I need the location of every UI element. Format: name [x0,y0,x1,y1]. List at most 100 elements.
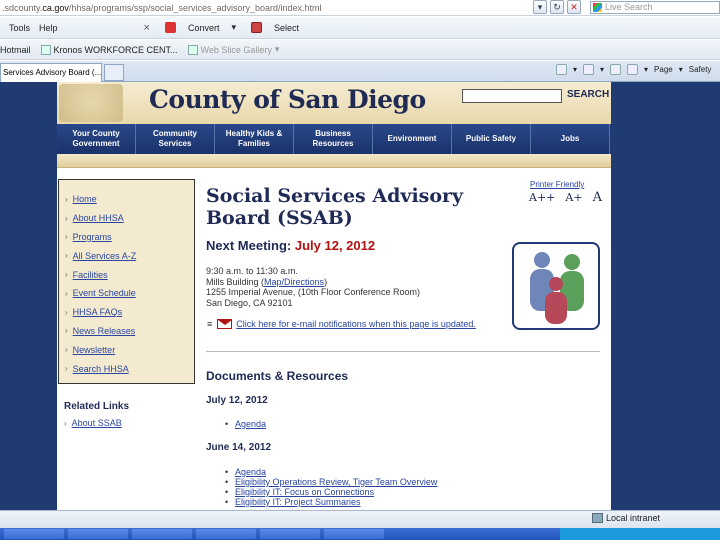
font-size-normal[interactable]: A [593,190,602,205]
font-size-larger[interactable]: A+ [565,191,582,204]
meeting-address-line1: 1255 Imperial Avenue, (10th Floor Confer… [206,287,420,297]
taskbar-item[interactable] [324,529,384,539]
pdf-convert-icon [164,22,176,33]
web-slice-icon [187,44,198,55]
nav-healthy-kids-families[interactable]: Healthy Kids & Families [215,124,294,154]
page-icon [40,44,51,55]
document-list: Agenda Eligibility Operations Review, Ti… [225,467,437,507]
favorite-kronos[interactable]: Kronos WORKFORCE CENT... [40,44,178,55]
site-search-input[interactable] [462,89,562,103]
intranet-icon [592,513,603,523]
leftnav-item[interactable]: › Newsletter [65,340,194,359]
document-list: Agenda [225,419,266,429]
nav-public-safety[interactable]: Public Safety [452,124,531,154]
pdf-select-icon [251,22,263,33]
windows-live-icon [593,3,602,12]
close-toolbar-icon[interactable]: × [144,22,150,34]
site-banner: County of San Diego SEARCH [57,82,611,124]
email-notifications[interactable]: ≡ Click here for e-mail notifications wh… [207,319,476,329]
menu-tools[interactable]: Tools [9,23,30,33]
map-directions-link[interactable]: Map/Directions [264,277,324,287]
system-tray [560,528,720,540]
section-date: July 12, 2012 [206,395,268,406]
site-title[interactable]: County of San Diego [149,85,426,114]
next-meeting: Next Meeting: July 12, 2012 [206,238,376,253]
refresh-icon[interactable]: ↻ [550,0,564,14]
taskbar [0,528,720,540]
list-item[interactable]: Eligibility IT: Focus on Connections [225,487,437,497]
menu-help[interactable]: Help [39,23,58,33]
meeting-details: 9:30 a.m. to 11:30 a.m. Mills Building (… [206,266,420,308]
site-search-button[interactable]: SEARCH [567,89,609,100]
mail-icon[interactable] [610,64,622,75]
main-nav: Your County Government Community Service… [57,124,611,154]
page-title: Social Services Advisory Board (SSAB) [206,185,464,229]
list-item[interactable]: Eligibility Operations Review, Tiger Tea… [225,477,437,487]
font-size-controls: A++ A+ A [529,190,602,205]
chevron-right-icon: › [65,270,68,280]
next-meeting-date: July 12, 2012 [294,238,376,253]
leftnav-item[interactable]: › All Services A-Z [65,246,194,265]
dropdown-icon[interactable]: ▾ [533,0,547,14]
leftnav-item[interactable]: › News Releases [65,322,194,341]
select-button[interactable]: Select [242,22,299,33]
leftnav-item[interactable]: › Home [65,190,194,209]
url-text[interactable]: .sdcounty.ca.gov/hhsa/programs/ssp/socia… [0,3,322,13]
taskbar-item[interactable] [68,529,128,539]
page-viewport: County of San Diego SEARCH Your County G… [0,82,720,510]
leftnav-item[interactable]: › HHSA FAQs [65,303,194,322]
browser-tab-active[interactable]: Services Advisory Board (... [0,63,102,82]
live-search-input[interactable]: Live Search [590,1,720,14]
print-icon[interactable] [627,64,639,75]
list-item[interactable]: Agenda [225,467,437,477]
related-links-heading: Related Links [64,401,130,412]
chevron-right-icon: › [65,232,68,242]
email-notifications-link[interactable]: Click here for e-mail notifications when… [236,319,476,329]
chevron-right-icon: › [65,213,68,223]
leftnav-item[interactable]: › Event Schedule [65,284,194,303]
county-seal-icon [59,84,123,122]
list-item[interactable]: Eligibility IT: Project Summaries [225,497,437,507]
feeds-icon[interactable] [583,64,595,75]
leftnav-item[interactable]: › Facilities [65,265,194,284]
home-icon[interactable] [556,64,567,75]
left-nav: › Home › About HHSA › Programs › All Service… [58,179,195,384]
divider [206,351,600,352]
leftnav-item[interactable]: › Programs [65,228,194,247]
new-tab-button[interactable] [104,64,124,81]
related-link-about-ssab[interactable]: › About SSAB [64,418,122,428]
tab-bar: Services Advisory Board (... ▾ ▾ ▾ Page ▾… [0,61,720,82]
printer-friendly-link[interactable]: Printer Friendly [530,180,584,189]
security-zone[interactable]: Local intranet [592,513,660,523]
taskbar-item[interactable] [196,529,256,539]
nav-jobs[interactable]: Jobs [531,124,610,154]
taskbar-item[interactable] [260,529,320,539]
nav-business-resources[interactable]: Business Resources [294,124,373,154]
nav-your-county-government[interactable]: Your County Government [57,124,136,154]
address-bar[interactable]: .sdcounty.ca.gov/hhsa/programs/ssp/socia… [0,0,720,16]
nav-environment[interactable]: Environment [373,124,452,154]
chevron-right-icon: › [65,364,68,374]
favorite-hotmail[interactable]: Hotmail [0,45,31,55]
convert-button[interactable]: Convert ▾ [156,22,236,33]
menu-bar: Tools Help × Convert ▾ Select [0,17,720,39]
safety-menu[interactable]: Safety [689,65,712,74]
taskbar-item[interactable] [4,529,64,539]
font-size-largest[interactable]: A++ [529,191,555,204]
chevron-right-icon: › [65,288,68,298]
chevron-right-icon: › [65,326,68,336]
status-bar: Local intranet [0,510,720,528]
taskbar-item[interactable] [132,529,192,539]
stop-icon[interactable]: ✕ [567,0,581,14]
decorative-strip [57,154,611,168]
list-item[interactable]: Agenda [225,419,266,429]
chevron-right-icon: › [65,307,68,317]
nav-community-services[interactable]: Community Services [136,124,215,154]
speed-lines-icon: ≡ [207,319,212,329]
favorite-web-slice[interactable]: Web Slice Gallery ▾ [187,44,279,55]
page-menu[interactable]: Page [654,65,673,74]
leftnav-item[interactable]: › About HHSA [65,209,194,228]
meeting-time: 9:30 a.m. to 11:30 a.m. [206,266,298,276]
leftnav-item[interactable]: › Search HHSA [65,359,194,378]
meeting-building: Mills Building (Map/Directions) [206,276,328,287]
